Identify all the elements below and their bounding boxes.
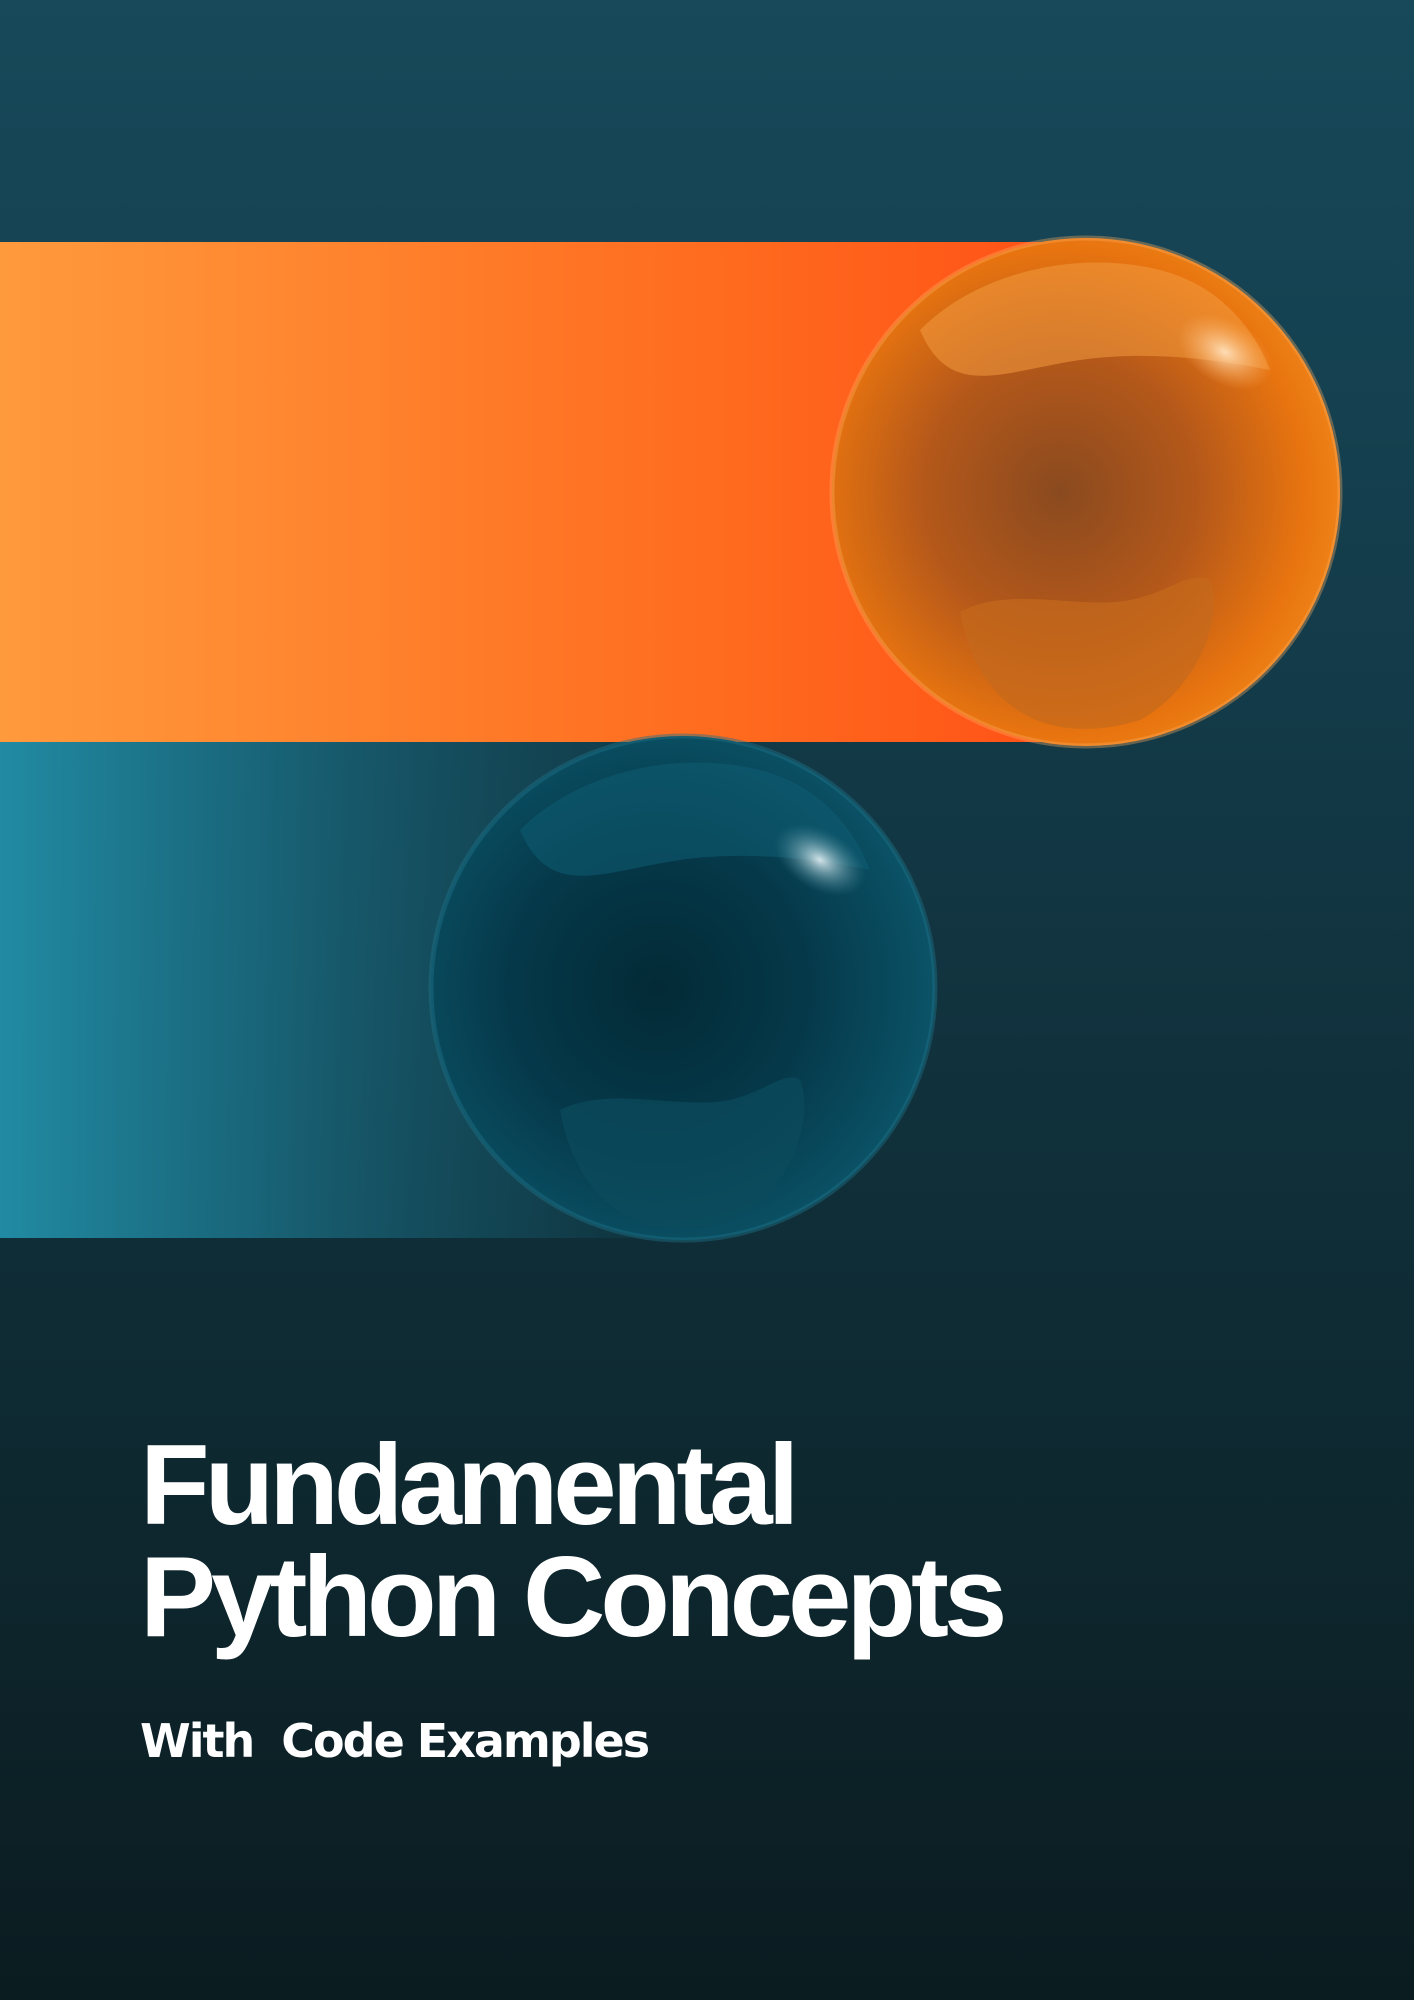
cover-title: Fundamental Python Concepts: [140, 1422, 1290, 1661]
title-line-1: Fundamental: [140, 1422, 799, 1549]
cover-subtitle: With Code Examples: [140, 1714, 650, 1768]
cover-illustration: [0, 235, 1343, 1243]
title-block: Fundamental Python Concepts: [140, 1422, 1290, 1661]
title-line-2: Python Concepts: [140, 1534, 1007, 1661]
book-cover: Fundamental Python Concepts With Code Ex…: [0, 0, 1414, 2000]
orange-ball-icon: [829, 235, 1343, 749]
teal-ball-icon: [428, 733, 938, 1243]
